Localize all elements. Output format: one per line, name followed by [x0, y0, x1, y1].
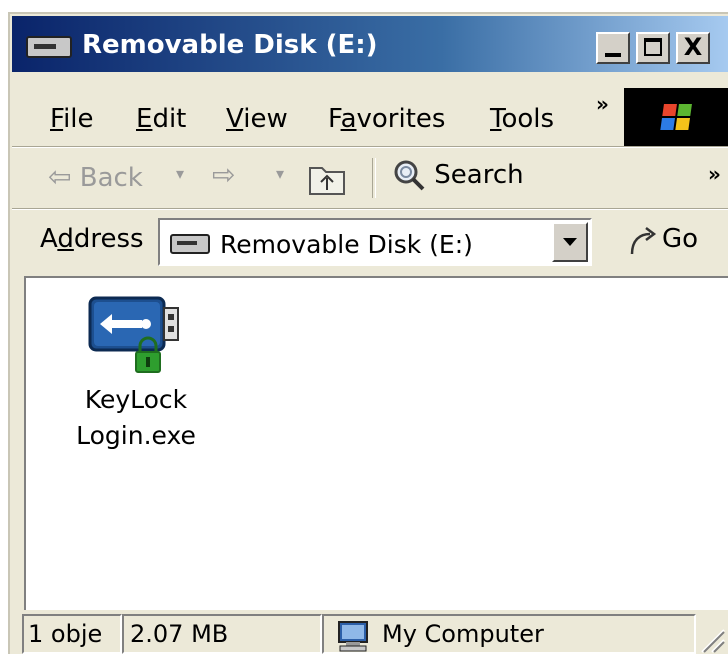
search-icon: [394, 160, 425, 191]
forward-arrow-icon[interactable]: ⇨: [212, 158, 235, 191]
address-label: Address: [40, 224, 144, 254]
toolbar-divider: [372, 158, 376, 198]
status-bar: 1 obje 2.07 MB My Computer: [12, 612, 728, 656]
standard-toolbar: ⇦ Back ▾ ⇨ ▾ Search »: [12, 148, 728, 208]
menu-edit[interactable]: Edit: [136, 104, 186, 134]
status-zone: My Computer: [322, 614, 696, 654]
menu-view[interactable]: View: [226, 104, 288, 134]
minimize-button[interactable]: [596, 32, 630, 64]
close-button[interactable]: X: [676, 32, 710, 64]
back-dropdown-icon[interactable]: ▾: [176, 164, 184, 183]
usb-lock-icon[interactable]: [86, 294, 186, 378]
menu-bar: File Edit View Favorites Tools »: [12, 78, 728, 148]
title-bar[interactable]: Removable Disk (E:) X: [12, 16, 728, 72]
back-arrow-icon: ⇦: [48, 160, 72, 193]
menu-overflow-chevron[interactable]: »: [596, 92, 609, 116]
removable-drive-icon: [170, 234, 210, 254]
status-size: 2.07 MB: [122, 614, 322, 654]
address-bar: Address Removable Disk (E:) Go: [12, 210, 728, 272]
toolbar-overflow-chevron[interactable]: »: [708, 162, 721, 186]
resize-grip-icon[interactable]: [696, 624, 726, 654]
my-computer-icon: [338, 621, 368, 652]
search-button[interactable]: Search: [392, 158, 524, 192]
address-input[interactable]: Removable Disk (E:): [158, 218, 592, 266]
address-dropdown-button[interactable]: [552, 222, 588, 262]
back-button[interactable]: ⇦ Back: [48, 160, 143, 193]
menu-file[interactable]: File: [50, 104, 94, 134]
folder-up-icon[interactable]: [308, 160, 346, 196]
explorer-window: Removable Disk (E:) X File Edit View Fav…: [8, 12, 728, 654]
maximize-button[interactable]: [636, 32, 670, 64]
status-zone-label: My Computer: [382, 620, 544, 648]
file-list-pane[interactable]: KeyLock Login.exe: [24, 276, 728, 610]
go-arrow-icon[interactable]: [626, 224, 660, 258]
go-button[interactable]: Go: [662, 224, 698, 254]
removable-drive-icon: [26, 36, 72, 58]
file-name-label[interactable]: KeyLock Login.exe: [56, 382, 216, 454]
windows-logo-icon: [624, 88, 728, 148]
address-value: Removable Disk (E:): [220, 230, 473, 259]
forward-dropdown-icon[interactable]: ▾: [276, 164, 284, 183]
status-object-count: 1 obje: [22, 614, 122, 654]
window-title: Removable Disk (E:): [82, 30, 378, 60]
menu-favorites[interactable]: Favorites: [328, 104, 445, 134]
menu-tools[interactable]: Tools: [490, 104, 554, 134]
